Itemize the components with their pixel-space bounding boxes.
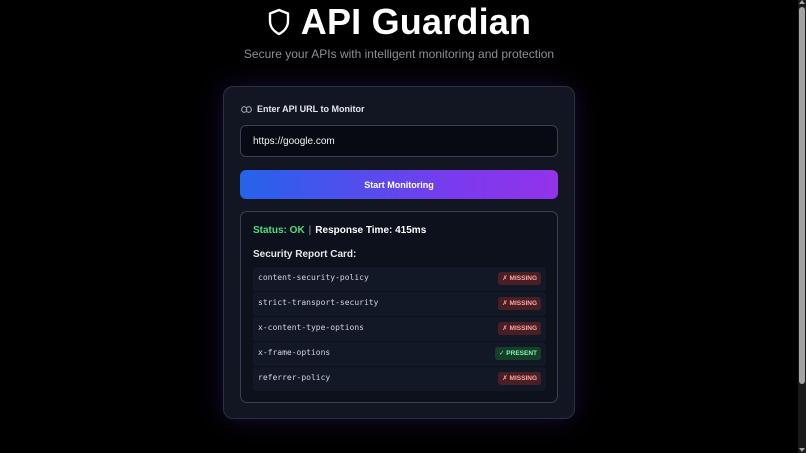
table-row: x-frame-options ✓ PRESENT	[253, 342, 546, 366]
header-name: x-content-type-options	[258, 323, 364, 332]
monitor-card: Enter API URL to Monitor Start Monitorin…	[223, 86, 575, 419]
title-row: API Guardian	[0, 0, 798, 44]
status-line: Status: OK | Response Time: 415ms	[253, 225, 426, 236]
page: API Guardian Secure your APIs with intel…	[0, 0, 806, 453]
main-content: API Guardian Secure your APIs with intel…	[0, 0, 798, 453]
table-row: x-content-type-options ✗ MISSING	[253, 317, 546, 341]
url-label-row: Enter API URL to Monitor	[241, 104, 365, 114]
header-name: referrer-policy	[258, 373, 331, 382]
report-title: Security Report Card:	[253, 249, 357, 260]
shield-icon	[267, 8, 291, 36]
scroll-up-arrow-icon[interactable]	[799, 0, 805, 4]
table-row: strict-transport-security ✗ MISSING	[253, 292, 546, 316]
header-name: x-frame-options	[258, 348, 331, 357]
header-name: content-security-policy	[258, 273, 369, 282]
link-icon	[241, 105, 252, 114]
security-header-list: content-security-policy ✗ MISSING strict…	[253, 267, 546, 392]
table-row: referrer-policy ✗ MISSING	[253, 367, 546, 391]
header-name: strict-transport-security	[258, 298, 379, 307]
page-scrollbar[interactable]	[798, 0, 806, 453]
url-label: Enter API URL to Monitor	[257, 104, 365, 114]
status-badge: ✗ MISSING	[498, 272, 541, 285]
status-text: Status: OK	[253, 225, 305, 236]
start-monitoring-button[interactable]: Start Monitoring	[240, 170, 558, 199]
scroll-down-arrow-icon[interactable]	[799, 448, 805, 452]
status-badge: ✗ MISSING	[498, 297, 541, 310]
scrollbar-thumb[interactable]	[799, 7, 805, 384]
table-row: content-security-policy ✗ MISSING	[253, 267, 546, 291]
response-time: Response Time: 415ms	[315, 225, 427, 236]
page-title: API Guardian	[300, 1, 532, 42]
status-separator: |	[308, 225, 312, 236]
status-badge: ✗ MISSING	[498, 322, 541, 335]
results-panel: Status: OK | Response Time: 415ms Security…	[240, 211, 558, 403]
page-subtitle: Secure your APIs with intelligent monito…	[243, 47, 555, 61]
status-badge: ✗ MISSING	[498, 372, 541, 385]
status-badge: ✓ PRESENT	[495, 347, 541, 360]
api-url-input[interactable]	[240, 125, 558, 157]
